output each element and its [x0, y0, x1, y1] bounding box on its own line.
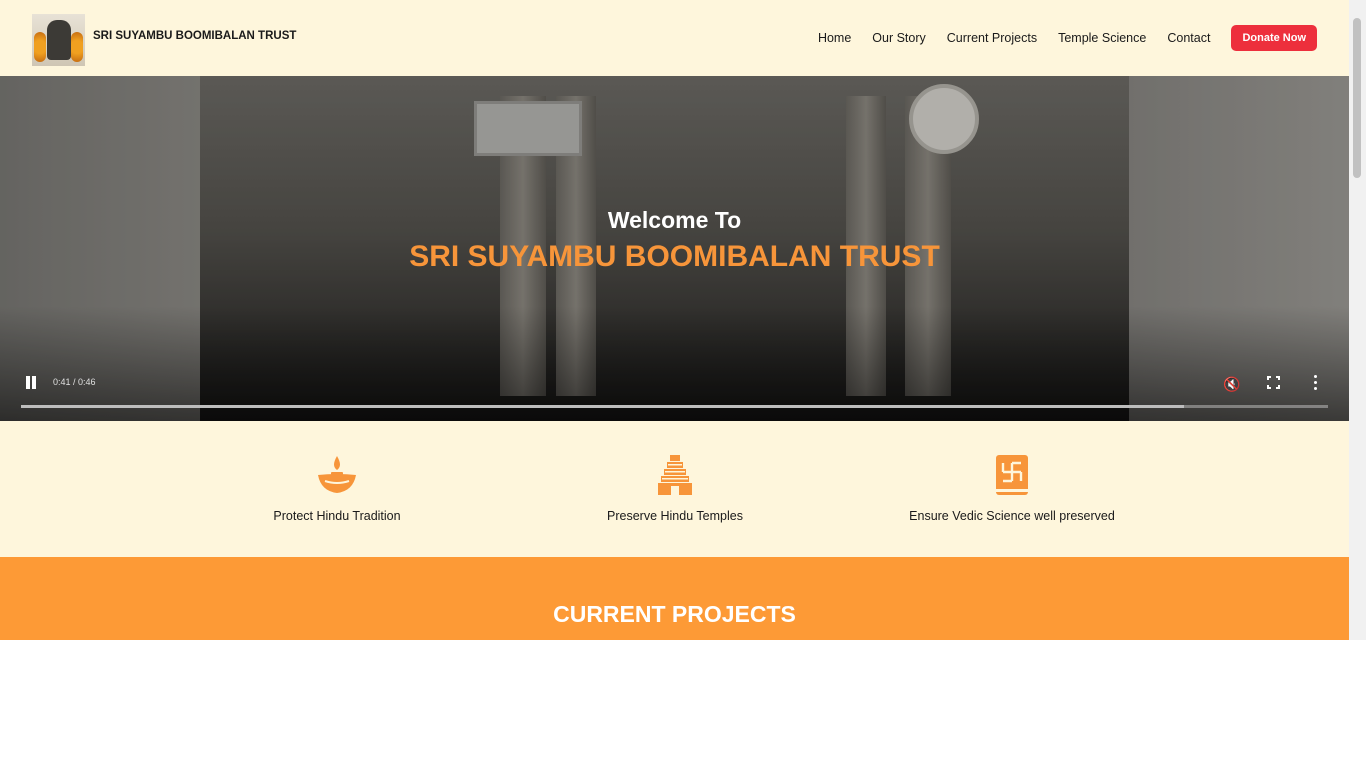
hero-welcome-text: Welcome To: [607, 207, 742, 233]
feature-label: Protect Hindu Tradition: [273, 509, 401, 523]
brand-name[interactable]: SRI SUYAMBU BOOMIBALAN TRUST: [93, 30, 296, 42]
more-options-icon[interactable]: [1314, 375, 1318, 390]
trust-logo[interactable]: [32, 14, 85, 66]
logo-idol: [47, 20, 71, 60]
page-scrollbar[interactable]: [1349, 0, 1366, 640]
nav-our-story[interactable]: Our Story: [872, 24, 926, 52]
fullscreen-icon[interactable]: [1267, 376, 1280, 389]
nav-temple-science[interactable]: Temple Science: [1058, 24, 1146, 52]
hero-title: SRI SUYAMBU BOOMIBALAN TRUST: [409, 240, 940, 273]
vedic-book-icon: [990, 453, 1034, 502]
nav-home[interactable]: Home: [818, 24, 851, 52]
feature-label: Ensure Vedic Science well preserved: [909, 509, 1115, 523]
video-progress-fill: [21, 405, 1185, 408]
diya-lamp-icon: [315, 453, 359, 502]
nav-contact[interactable]: Contact: [1167, 24, 1210, 52]
donate-button[interactable]: Donate Now: [1231, 25, 1317, 51]
temple-gopuram-icon: [653, 453, 697, 502]
pause-icon[interactable]: [24, 376, 38, 390]
muted-speaker-icon[interactable]: 🔇: [1223, 376, 1240, 393]
feature-label: Preserve Hindu Temples: [607, 509, 743, 523]
section-heading: CURRENT PROJECTS: [553, 601, 796, 627]
video-progress-bar[interactable]: [21, 405, 1328, 408]
video-time: 0:41 / 0:46: [53, 377, 96, 387]
features-section: Protect Hindu Tradition Preserve Hindu T…: [0, 421, 1349, 557]
hero-video[interactable]: Welcome To SRI SUYAMBU BOOMIBALAN TRUST …: [0, 76, 1349, 421]
logo-garland-left: [34, 32, 46, 62]
current-projects-section: CURRENT PROJECTS: [0, 557, 1349, 640]
nav-current-projects[interactable]: Current Projects: [947, 24, 1037, 52]
logo-garland-right: [71, 32, 83, 62]
main-nav: Home Our Story Current Projects Temple S…: [797, 24, 1317, 52]
site-header: SRI SUYAMBU BOOMIBALAN TRUST Home Our St…: [0, 0, 1349, 76]
scrollbar-thumb[interactable]: [1353, 18, 1361, 178]
